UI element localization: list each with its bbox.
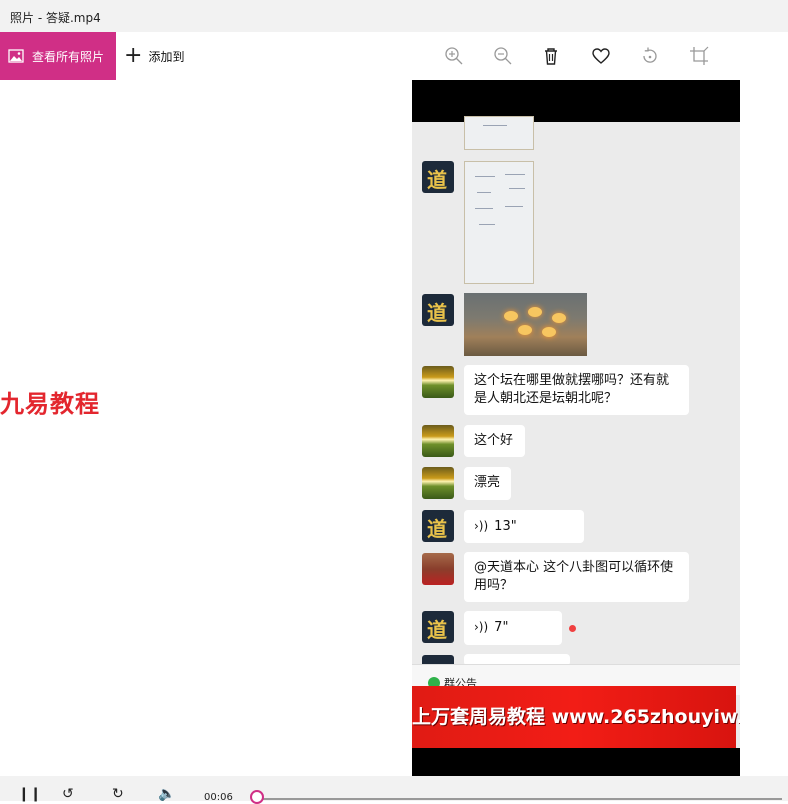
title-bar: 照片 - 答疑.mp4 [0, 0, 788, 32]
seek-bar[interactable] [252, 798, 782, 800]
window-title: 照片 - 答疑.mp4 [10, 11, 101, 25]
avatar: 道 [422, 294, 454, 326]
voice-message[interactable]: ›)) 7" [464, 611, 562, 645]
chat-bubble: 这个坛在哪里做就摆哪吗？还有就是人朝北还是坛朝北呢？ [464, 365, 689, 415]
avatar: 道 [422, 161, 454, 193]
zoom-out-icon[interactable] [491, 44, 515, 68]
favorite-icon[interactable] [589, 44, 613, 68]
delete-icon[interactable] [539, 44, 563, 68]
forward-icon[interactable]: ↻ [112, 786, 124, 802]
view-all-photos-button[interactable]: 查看所有照片 [0, 32, 116, 80]
voice-icon: ›)) [474, 519, 489, 533]
view-all-photos-label: 查看所有照片 [32, 49, 105, 64]
letterbox-top [412, 80, 740, 122]
current-time: 00:06 [204, 792, 233, 803]
unread-dot [569, 625, 576, 632]
watermark-text: 九易教程 [0, 390, 100, 418]
voice-message[interactable]: ›)) 13" [464, 510, 584, 543]
seek-thumb[interactable] [250, 790, 264, 804]
chat-image-partial [464, 116, 534, 150]
photo-icon [8, 49, 24, 63]
toolbar: 查看所有照片 + 添加到 [0, 32, 788, 80]
plus-icon: + [124, 43, 143, 68]
banner-text: 上万套周易教程 www.265zhouyiw.com [412, 706, 740, 728]
pause-icon[interactable]: ❙❙ [18, 786, 41, 802]
ad-banner: 上万套周易教程 www.265zhouyiw.com [412, 686, 740, 754]
avatar [422, 553, 454, 585]
zoom-in-icon[interactable] [442, 44, 466, 68]
letterbox-bottom [412, 748, 740, 776]
chat-bubble: 漂亮 [464, 467, 511, 500]
chat-image-fire[interactable] [464, 293, 587, 356]
add-to-button[interactable]: + 添加到 [124, 32, 184, 80]
avatar [422, 366, 454, 398]
avatar [422, 425, 454, 457]
chat-bubble: 这个好 [464, 425, 525, 457]
crop-icon[interactable] [687, 44, 711, 68]
avatar: 道 [422, 510, 454, 542]
chat-bubble: @天道本心 这个八卦图可以循环使用吗？ [464, 552, 689, 602]
playback-controls: ❙❙ ↺ ↻ 🔈 00:06 [0, 776, 788, 804]
chat-image-paper[interactable] [464, 161, 534, 284]
voice-icon: ›)) [474, 620, 489, 634]
avatar [422, 467, 454, 499]
avatar: 道 [422, 611, 454, 643]
rewind-icon[interactable]: ↺ [62, 786, 74, 802]
add-to-label: 添加到 [148, 49, 185, 64]
video-frame[interactable]: 道 道 这个坛在哪里做就摆哪吗？还有就是人朝北还是坛朝北呢？ 这个好 漂亮 道 [412, 80, 740, 776]
volume-icon[interactable]: 🔈 [158, 786, 175, 802]
rotate-icon[interactable] [638, 44, 662, 68]
